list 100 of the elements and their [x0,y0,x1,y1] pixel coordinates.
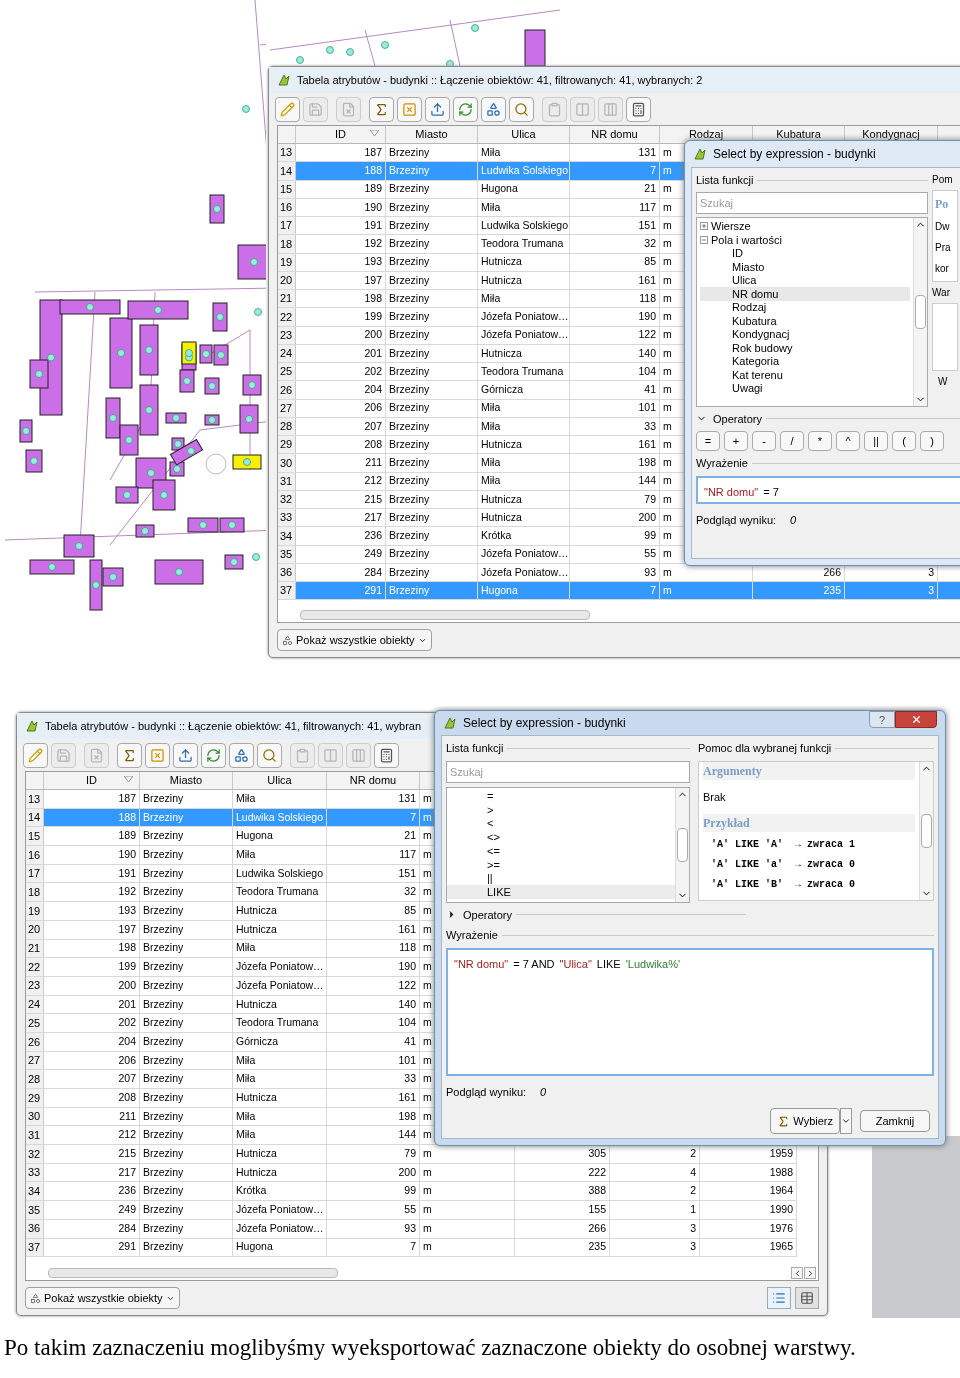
scroll-thumb[interactable] [677,827,688,862]
tree-item[interactable]: Uwagi [700,381,910,395]
toolbar-button[interactable] [173,742,198,768]
toolbar-button[interactable] [509,96,534,122]
tree-item[interactable]: Kategoria [700,354,910,368]
table-cell-text: m [423,921,432,937]
tree-item[interactable]: = [447,789,675,804]
table-cell-text: Brzeziny [389,455,430,470]
operator-button[interactable]: + [724,431,748,451]
tree-item[interactable]: LIKE [447,885,675,899]
show-all-features-button[interactable]: Pokaż wszystkie obiekty [25,1287,180,1309]
tree-item[interactable]: Rok budowy [700,341,910,355]
column-header[interactable]: ID [86,772,97,789]
tree-item[interactable]: <= [447,844,675,858]
expression-field[interactable]: "NR domu" = 7 [696,475,960,504]
table-cell-text: 212 [118,1127,136,1143]
scrollbar[interactable] [675,787,689,902]
toolbar-button[interactable] [229,742,254,768]
column-header[interactable]: NR domu [591,126,638,143]
table-cell-text: Hutnicza [481,345,522,361]
table-cell-text: 3 [928,564,934,580]
tree-item[interactable]: Kubatura [700,314,910,328]
table-cell-text: 192 [118,884,136,900]
table-row[interactable]: 32 215 Brzeziny Hutnicza 79 m 305 2 1959 [26,1145,797,1164]
operator-button[interactable]: * [808,431,832,451]
scrollbar[interactable] [913,217,927,406]
table-cell-text: m [663,418,672,434]
tree-item[interactable]: Miasto [700,260,910,274]
column-header[interactable]: Ulica [511,126,536,143]
scroll-thumb[interactable] [915,294,926,329]
toolbar-button[interactable] [369,96,394,122]
toolbar-button[interactable] [374,742,399,768]
search-field[interactable]: Szukaj [696,191,928,214]
toolbar-button[interactable] [117,742,142,768]
search-icon [514,101,529,117]
scrollbar[interactable] [300,610,590,620]
table-cell-text: 33 [644,418,656,434]
column-header[interactable]: ID [335,126,346,143]
table-cell-text: Miła [236,1052,256,1068]
operator-button[interactable]: ) [920,431,944,451]
scroll-left-button[interactable] [791,1267,803,1279]
save-icon [56,747,71,763]
table-row[interactable]: 35 249 Brzeziny Józefa Poniatow… 55 m 155 1 1990 [26,1201,797,1220]
table-row[interactable]: 37 291 Brzeziny Hugona 7 m 235 3 [278,582,960,601]
shapes-icon [30,1292,41,1304]
table-row[interactable]: 34 236 Brzeziny Krótka 99 m 388 2 1964 [26,1182,797,1202]
tree-item[interactable]: Rodzaj [700,300,910,314]
expander[interactable] [700,222,708,231]
group-label: War [932,286,951,300]
table-cell-text: Miła [236,1127,256,1143]
column-header[interactable]: Kubatura [776,126,821,143]
operator-button[interactable]: || [864,431,888,451]
tree-item[interactable]: <> [447,830,675,845]
scroll-right-button[interactable] [804,1267,816,1279]
tree-item[interactable]: Kat terenu [700,368,910,382]
close-dialog-button[interactable]: Zamknij [860,1110,930,1132]
dropdown-button[interactable] [840,1108,852,1134]
operator-button[interactable]: ^ [836,431,860,451]
table-view-button[interactable] [795,1287,819,1309]
expression-token: 'Ludwika%' [625,956,681,972]
column-header[interactable]: Ulica [267,772,292,789]
section-label: Operatory [463,907,512,923]
select-button[interactable]: Wybierz [770,1108,840,1134]
column-header[interactable]: Miasto [169,772,203,789]
operator-button[interactable]: - [752,431,776,451]
operator-button[interactable]: = [696,431,720,451]
scroll-thumb[interactable] [921,813,932,848]
tree-item[interactable]: ID [700,246,910,260]
group-label: Wyrażenie [446,928,498,943]
scrollbar[interactable] [919,761,933,900]
column-header[interactable]: Miasto [415,126,448,143]
toolbar-button[interactable] [257,742,282,768]
column-header[interactable]: NR domu [349,772,397,789]
toolbar-button[interactable] [481,96,506,122]
expression-field[interactable]: "NR domu" = 7 AND "Ulica" LIKE 'Ludwika%' [446,947,934,1076]
operator-button[interactable]: ( [892,431,916,451]
show-all-features-button[interactable]: Pokaż wszystkie obiekty [277,629,432,651]
toolbar-button[interactable] [425,96,450,122]
column-header[interactable]: Kondygnacj [862,126,920,143]
tree-item[interactable]: Kondygnacj [700,327,910,341]
table-cell-text: m [423,884,432,900]
tree-item[interactable]: Ulica [700,273,910,287]
file-x-icon [341,101,356,117]
form-view-button[interactable] [767,1287,791,1309]
close-button[interactable] [895,711,937,728]
scrollbar[interactable] [48,1268,338,1278]
tree-item[interactable]: NR domu [700,287,910,301]
help-button[interactable]: ? [869,711,895,728]
operator-button[interactable]: / [780,431,804,451]
row-number: 28 [280,419,293,435]
search-field[interactable]: Szukaj [446,760,690,783]
column-header[interactable]: Rodzaj [688,126,724,143]
upload-icon [178,747,193,763]
clipboard-icon [295,747,310,763]
tree-item[interactable]: || [447,871,675,886]
toolbar-button[interactable] [453,96,478,122]
toolbar-button[interactable] [201,742,226,768]
toolbar-button[interactable] [626,96,651,122]
table-cell-text: 144 [398,1127,416,1143]
expander[interactable] [700,235,708,244]
